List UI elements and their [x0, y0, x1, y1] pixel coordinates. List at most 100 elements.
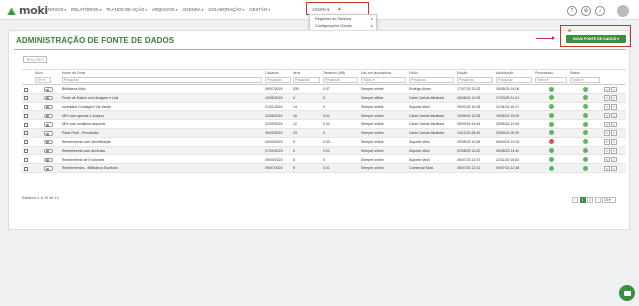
row-checkbox[interactable]	[24, 166, 28, 171]
notifications-icon[interactable]: ♪	[595, 6, 605, 16]
status-check-icon	[583, 156, 588, 162]
logo[interactable]: moki	[6, 4, 48, 17]
header-ativo[interactable]: Ativo	[35, 71, 43, 75]
table-row[interactable]: NFe com apenas 1 arquivo 22/06/2024 16 0.01…	[22, 111, 626, 121]
table-row[interactable]: Recebimentos - Biblioteca Escritório 09/0…	[22, 164, 626, 173]
nav-item-admin[interactable]: ADMIN ▾	[312, 7, 329, 13]
help-icon[interactable]: ?	[567, 6, 577, 16]
edit-icon[interactable]: ✎	[604, 86, 610, 92]
row-menu-button[interactable]: ▾	[611, 86, 617, 92]
row-checkbox[interactable]	[24, 87, 28, 92]
avatar[interactable]	[617, 5, 629, 17]
active-toggle[interactable]	[44, 166, 53, 171]
table-row[interactable]: Recebimento com Identificação 09/04/2023 5…	[22, 138, 626, 147]
header-tamanho[interactable]: Tamanho (MB)	[323, 71, 345, 75]
header-processado[interactable]: Processado	[535, 71, 553, 75]
active-toggle[interactable]	[44, 139, 53, 145]
nav-item-arquivos[interactable]: ARQUIVOS▾	[152, 7, 177, 12]
nav-item-novos[interactable]: NOVOS▾	[48, 7, 66, 12]
actions-button[interactable]: ⊞ AÇÕES	[23, 56, 47, 63]
active-toggle[interactable]	[44, 104, 53, 110]
edit-icon[interactable]: ✎	[604, 165, 610, 172]
row-checkbox[interactable]	[24, 113, 28, 118]
table-row[interactable]: Recebimento com decimais 07/09/2023 5 0.01 S…	[22, 146, 626, 156]
filter-processado[interactable]: Todos ▾	[535, 77, 567, 83]
row-checkbox[interactable]	[24, 140, 28, 145]
page-prev-button[interactable]: ‹	[572, 197, 578, 203]
row-menu-button[interactable]: ▾	[611, 148, 617, 154]
header-itens[interactable]: Itens	[293, 71, 300, 75]
table-row[interactable]: Inventário Contagem Via Varejo 21/01/2024…	[22, 103, 626, 112]
row-menu-button[interactable]: ▾	[611, 104, 617, 110]
cell-cadastro: 07/09/2023	[265, 148, 283, 153]
table-row[interactable]: Fonte de Dados com Imagem e Link 19/06/20…	[22, 93, 626, 103]
filter-atualizacao[interactable]: Pesquisar	[496, 77, 532, 83]
row-menu-button[interactable]: ▾	[611, 156, 617, 163]
active-toggle[interactable]	[44, 122, 53, 127]
edit-icon[interactable]: ✎	[604, 112, 610, 119]
row-menu-button[interactable]: ▾	[611, 139, 617, 145]
new-data-source-button[interactable]: NOVA FONTE DE DADOS ▾	[566, 35, 626, 43]
edit-icon[interactable]: ✎	[604, 121, 610, 128]
nav-item-relatorios[interactable]: RELATÓRIOS▾	[71, 7, 101, 12]
nav-item-planos-de-acao[interactable]: PLANOS DE AÇÃO▾	[106, 7, 147, 12]
header-nome[interactable]: Nome da Fonte	[62, 71, 85, 75]
table-row[interactable]: NFe com múltiplos arquivos 22/09/2024 12 0.…	[22, 120, 626, 129]
active-toggle[interactable]	[44, 148, 53, 154]
active-toggle[interactable]	[44, 157, 53, 163]
filter-status[interactable]: Todos ▾	[570, 77, 600, 83]
filter-editor[interactable]: Pesquisar	[409, 77, 454, 83]
cell-nome: NFe com apenas 1 arquivo	[62, 113, 105, 118]
edit-icon[interactable]: ✎	[604, 130, 610, 136]
row-checkbox[interactable]	[24, 149, 28, 154]
header-status[interactable]: Status	[570, 71, 580, 75]
row-menu-button[interactable]: ▾	[611, 130, 617, 136]
cell-edicao: 26/07/23 12:37	[457, 157, 481, 162]
page-next-button[interactable]: ›	[594, 197, 601, 203]
chat-button[interactable]	[619, 285, 635, 301]
filter-tamanho[interactable]: Pesquisar	[323, 77, 358, 83]
nav-item-gestao[interactable]: GESTÃO▾	[249, 7, 270, 12]
active-toggle[interactable]	[44, 87, 53, 92]
table-row[interactable]: Biblioteca Moki 09/07/2024 330 0.07 Sempre o…	[22, 85, 626, 94]
active-toggle[interactable]	[44, 131, 53, 136]
row-checkbox[interactable]	[24, 96, 28, 101]
page-size-select[interactable]: 10 ▾	[602, 197, 616, 203]
header-atualizacao[interactable]: Atualização	[496, 71, 514, 75]
filter-itens[interactable]: Pesquisar	[293, 77, 320, 83]
filter-edicao[interactable]: Pesquisar	[457, 77, 493, 83]
row-checkbox[interactable]	[24, 131, 28, 136]
row-menu-button[interactable]: ▾	[611, 165, 617, 172]
row-menu-button[interactable]: ▾	[611, 112, 617, 119]
filter-nome[interactable]: Pesquisar	[62, 77, 262, 83]
row-menu-button[interactable]: ▾	[611, 121, 617, 128]
nav-item-agenda[interactable]: AGENDA▾	[182, 7, 203, 12]
settings-icon[interactable]: ⚙	[581, 6, 591, 16]
active-toggle[interactable]	[44, 113, 53, 119]
active-toggle[interactable]	[44, 95, 53, 101]
row-menu-button[interactable]: ▾	[611, 95, 617, 101]
page-button[interactable]: 2	[587, 197, 593, 203]
header-editor[interactable]: Editor	[409, 71, 418, 75]
cell-nome: Biblioteca Moki	[62, 87, 86, 92]
page-button[interactable]: 1	[579, 197, 586, 203]
edit-icon[interactable]: ✎	[604, 156, 610, 163]
table-row[interactable]: Recebimento de 5 volumes 09/09/2024 8 0 Semp…	[22, 155, 626, 165]
edit-icon[interactable]: ✎	[604, 104, 610, 110]
filter-uso[interactable]: Todos ▾	[361, 77, 406, 83]
row-checkbox[interactable]	[24, 122, 28, 127]
nav-item-colaboracao[interactable]: COLABORAÇÃO▾	[208, 7, 244, 12]
pagination: ‹ 1 2 › 10 ▾	[572, 197, 616, 203]
table-row[interactable]: Parte Final - Permissão 30/09/2024 33 0 Semp…	[22, 128, 626, 138]
edit-icon[interactable]: ✎	[604, 139, 610, 145]
filter-ativo[interactable]: Sim ▾	[35, 77, 51, 83]
header-cadastro[interactable]: Cadastro	[265, 71, 279, 75]
header-edicao[interactable]: Edição	[457, 71, 467, 75]
edit-icon[interactable]: ✎	[604, 95, 610, 101]
header-uso[interactable]: Uso em dispositivos	[361, 71, 391, 75]
edit-icon[interactable]: ✎	[604, 148, 610, 154]
chat-icon	[623, 290, 631, 296]
row-checkbox[interactable]	[24, 157, 28, 162]
row-checkbox[interactable]	[24, 105, 28, 110]
filter-cadastro[interactable]: Pesquisar	[265, 77, 291, 83]
